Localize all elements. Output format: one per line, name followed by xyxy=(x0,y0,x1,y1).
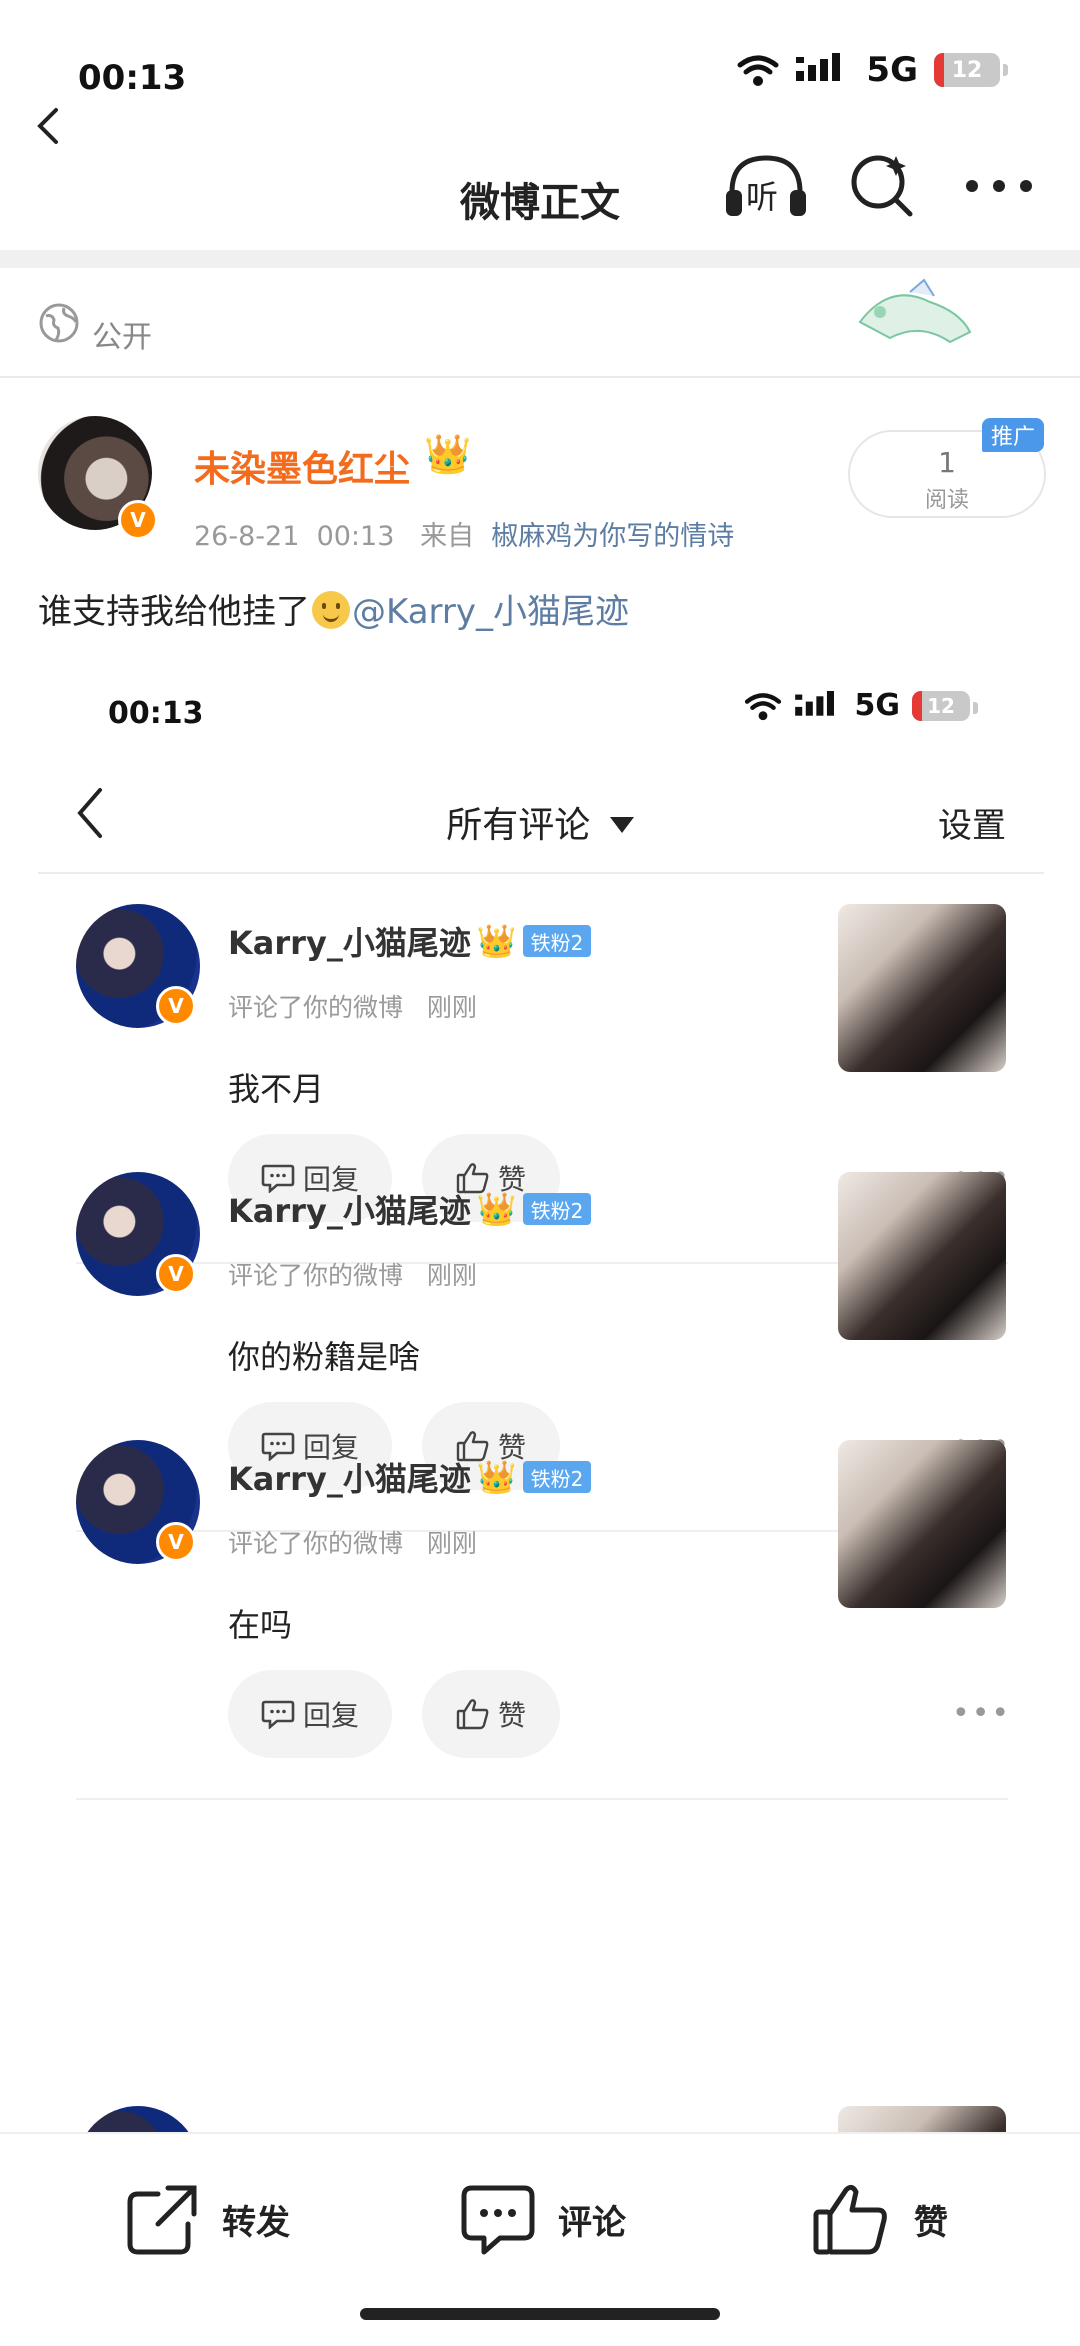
visibility-label: 公开 xyxy=(92,320,152,355)
section-band xyxy=(0,250,1080,268)
commenter-verified-icon: V xyxy=(156,1254,196,1294)
comment-label: 评论 xyxy=(558,2202,626,2243)
crown-icon: 👑 xyxy=(424,432,472,476)
back-arrow-icon[interactable] xyxy=(30,106,70,146)
embedded-signal-icon xyxy=(794,690,834,716)
page-title: 微博正文 xyxy=(460,180,620,226)
post-body: 谁支持我给他挂了 xyxy=(38,592,310,632)
source-prefix: 来自 xyxy=(420,521,475,552)
commenter-line: Karry_小猫尾迹 👑 铁粉2 xyxy=(228,918,592,964)
fan-badge: 铁粉2 xyxy=(522,925,592,957)
reply-label: 回复 xyxy=(302,1699,359,1732)
post-mention[interactable]: @Karry_小猫尾迹 xyxy=(352,592,629,632)
embedded-settings: 设置 xyxy=(938,806,1006,846)
post-date: 26-8-21 xyxy=(194,521,300,552)
embedded-nav-title: 所有评论 xyxy=(0,796,1080,848)
commenter-name[interactable]: Karry_小猫尾迹 xyxy=(228,1454,471,1500)
thumbs-up-icon xyxy=(813,2184,887,2255)
post-text: 谁支持我给他挂了 @Karry_小猫尾迹 xyxy=(38,584,629,633)
embedded-wifi-icon xyxy=(744,692,781,720)
verified-badge-icon: V xyxy=(118,500,158,540)
comment-action: 评论了你的微博 xyxy=(228,993,404,1022)
comment-icon xyxy=(461,2185,535,2255)
crown-icon: 👑 xyxy=(476,1190,517,1228)
status-time: 00:13 xyxy=(78,58,187,98)
fan-badge: 铁粉2 xyxy=(522,1193,592,1225)
comment-text: 在吗 xyxy=(228,1606,293,1644)
post-thumbnail xyxy=(838,904,1006,1072)
commenter-verified-icon: V xyxy=(156,986,196,1026)
fan-badge: 铁粉2 xyxy=(522,1461,592,1493)
comment-text: 你的粉籍是啥 xyxy=(228,1338,421,1376)
embedded-network-type: 5G xyxy=(854,688,901,723)
like-icon xyxy=(456,1699,489,1730)
repost-button[interactable]: 转发 xyxy=(124,2182,290,2256)
commenter-line: Karry_小猫尾迹 👑 铁粉2 xyxy=(228,1454,592,1500)
decor-sticker-icon xyxy=(858,278,972,344)
comment-action: 评论了你的微博 xyxy=(228,1529,404,1558)
repost-icon xyxy=(127,2185,197,2255)
ai-search-icon[interactable] xyxy=(848,150,916,218)
status-icons: 5G 12 xyxy=(736,50,1008,90)
reply-button: 回复 xyxy=(228,1670,392,1758)
comment-text: 我不月 xyxy=(228,1070,325,1108)
comment-time: 刚刚 xyxy=(426,1261,477,1290)
comment-meta: 评论了你的微博 刚刚 xyxy=(228,1524,477,1560)
post-time: 00:13 xyxy=(316,521,395,552)
comment-meta: 评论了你的微博 刚刚 xyxy=(228,988,477,1024)
like-button[interactable]: 赞 xyxy=(812,2182,948,2256)
repost-label: 转发 xyxy=(222,2202,290,2243)
comment-time: 刚刚 xyxy=(426,1529,477,1558)
comment-divider xyxy=(76,1798,1008,1800)
comment-meta: 评论了你的微博 刚刚 xyxy=(228,1256,477,1292)
reply-icon xyxy=(261,1700,295,1729)
home-indicator[interactable] xyxy=(360,2308,720,2320)
smile-emoji-icon xyxy=(312,591,350,629)
listen-button[interactable]: 听 xyxy=(722,150,810,222)
signal-icon xyxy=(796,53,841,81)
crown-icon: 👑 xyxy=(476,922,517,960)
more-icon[interactable] xyxy=(964,178,1034,194)
listen-label: 听 xyxy=(746,178,779,216)
commenter-name[interactable]: Karry_小猫尾迹 xyxy=(228,918,471,964)
comment-button[interactable]: 评论 xyxy=(460,2182,626,2256)
post-source[interactable]: 椒麻鸡为你写的情诗 xyxy=(491,521,734,552)
embedded-status-time: 00:13 xyxy=(108,696,204,731)
like-label: 赞 xyxy=(497,1699,526,1732)
embedded-status-icons: 5G 12 xyxy=(743,688,978,723)
comment-more-icon: ••• xyxy=(952,1696,1012,1731)
like-label: 赞 xyxy=(914,2202,948,2243)
network-type: 5G xyxy=(866,50,918,90)
caret-down-icon xyxy=(609,817,634,833)
crown-icon: 👑 xyxy=(476,1458,517,1496)
comment-action: 评论了你的微博 xyxy=(228,1261,404,1290)
embedded-battery-icon: 12 xyxy=(912,690,978,721)
commenter-verified-icon: V xyxy=(156,1522,196,1562)
commenter-line: Karry_小猫尾迹 👑 铁粉2 xyxy=(228,1186,592,1232)
author-name[interactable]: 未染墨色红尘 xyxy=(194,440,410,492)
post-meta: 26-8-21 00:13 来自 椒麻鸡为你写的情诗 xyxy=(194,514,734,553)
wifi-icon xyxy=(737,55,779,86)
globe-icon xyxy=(39,303,79,343)
embedded-divider xyxy=(38,872,1044,874)
promo-badge[interactable]: 推广 xyxy=(982,418,1044,452)
commenter-name[interactable]: Karry_小猫尾迹 xyxy=(228,1186,471,1232)
comment-like-button: 赞 xyxy=(422,1670,560,1758)
post-thumbnail xyxy=(838,1440,1006,1608)
battery-icon: 12 xyxy=(934,53,1008,87)
read-label: 阅读 xyxy=(924,488,969,513)
post-thumbnail xyxy=(838,1172,1006,1340)
comment-time: 刚刚 xyxy=(426,993,477,1022)
